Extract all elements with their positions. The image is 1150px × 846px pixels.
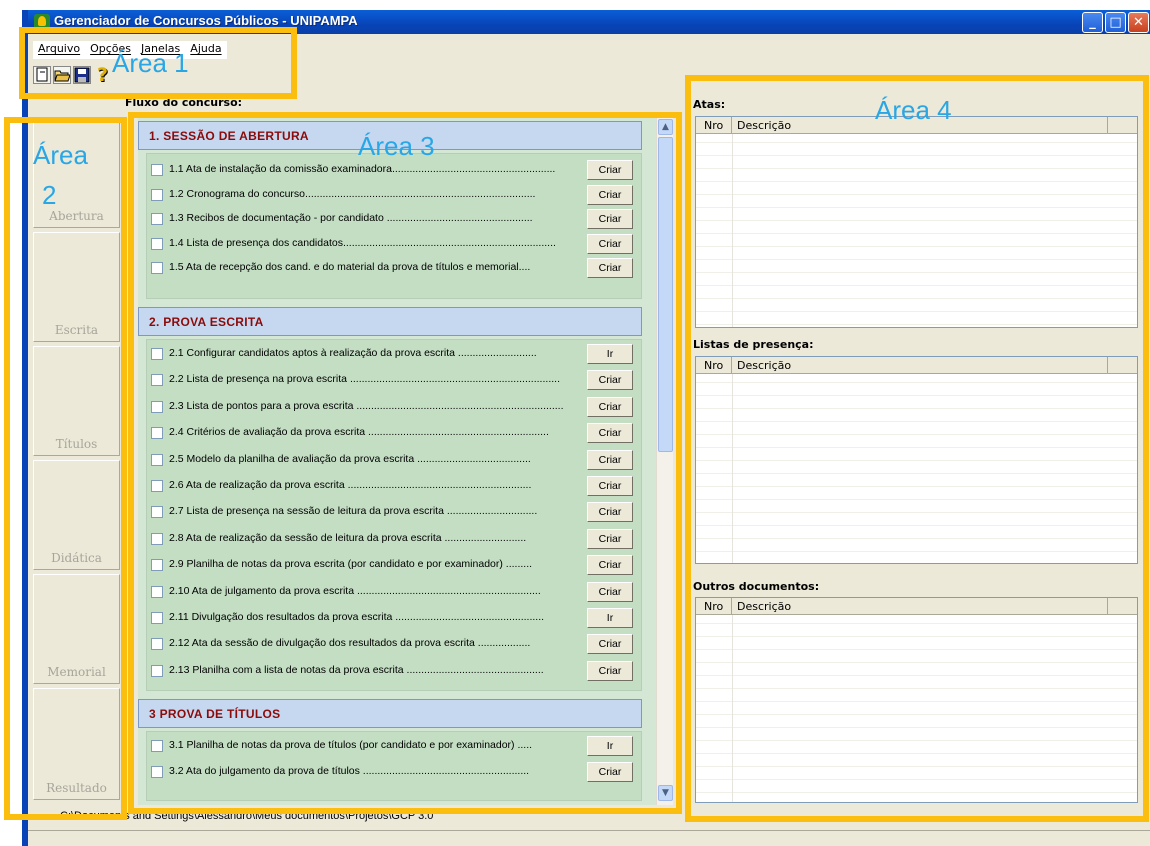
close-button[interactable]: ✕ bbox=[1128, 12, 1149, 33]
area-2-box bbox=[4, 117, 127, 820]
minimize-button[interactable]: _ bbox=[1082, 12, 1103, 33]
area-4-label: Área 4 bbox=[875, 95, 952, 125]
area-2-label-line2: 2 bbox=[42, 180, 57, 210]
maximize-icon: □ bbox=[1109, 15, 1122, 30]
close-icon: ✕ bbox=[1133, 15, 1144, 30]
area-3-box bbox=[128, 112, 682, 814]
area-2-label-line1: Área bbox=[33, 140, 88, 170]
status-divider bbox=[28, 830, 1150, 831]
maximize-button[interactable]: □ bbox=[1105, 12, 1126, 33]
area-3-label: Área 3 bbox=[358, 131, 435, 161]
area-4-box bbox=[685, 75, 1149, 822]
area-1-label: Área 1 bbox=[112, 48, 189, 78]
minimize-icon: _ bbox=[1089, 15, 1096, 30]
window-title: Gerenciador de Concursos Públicos - UNIP… bbox=[54, 13, 358, 28]
